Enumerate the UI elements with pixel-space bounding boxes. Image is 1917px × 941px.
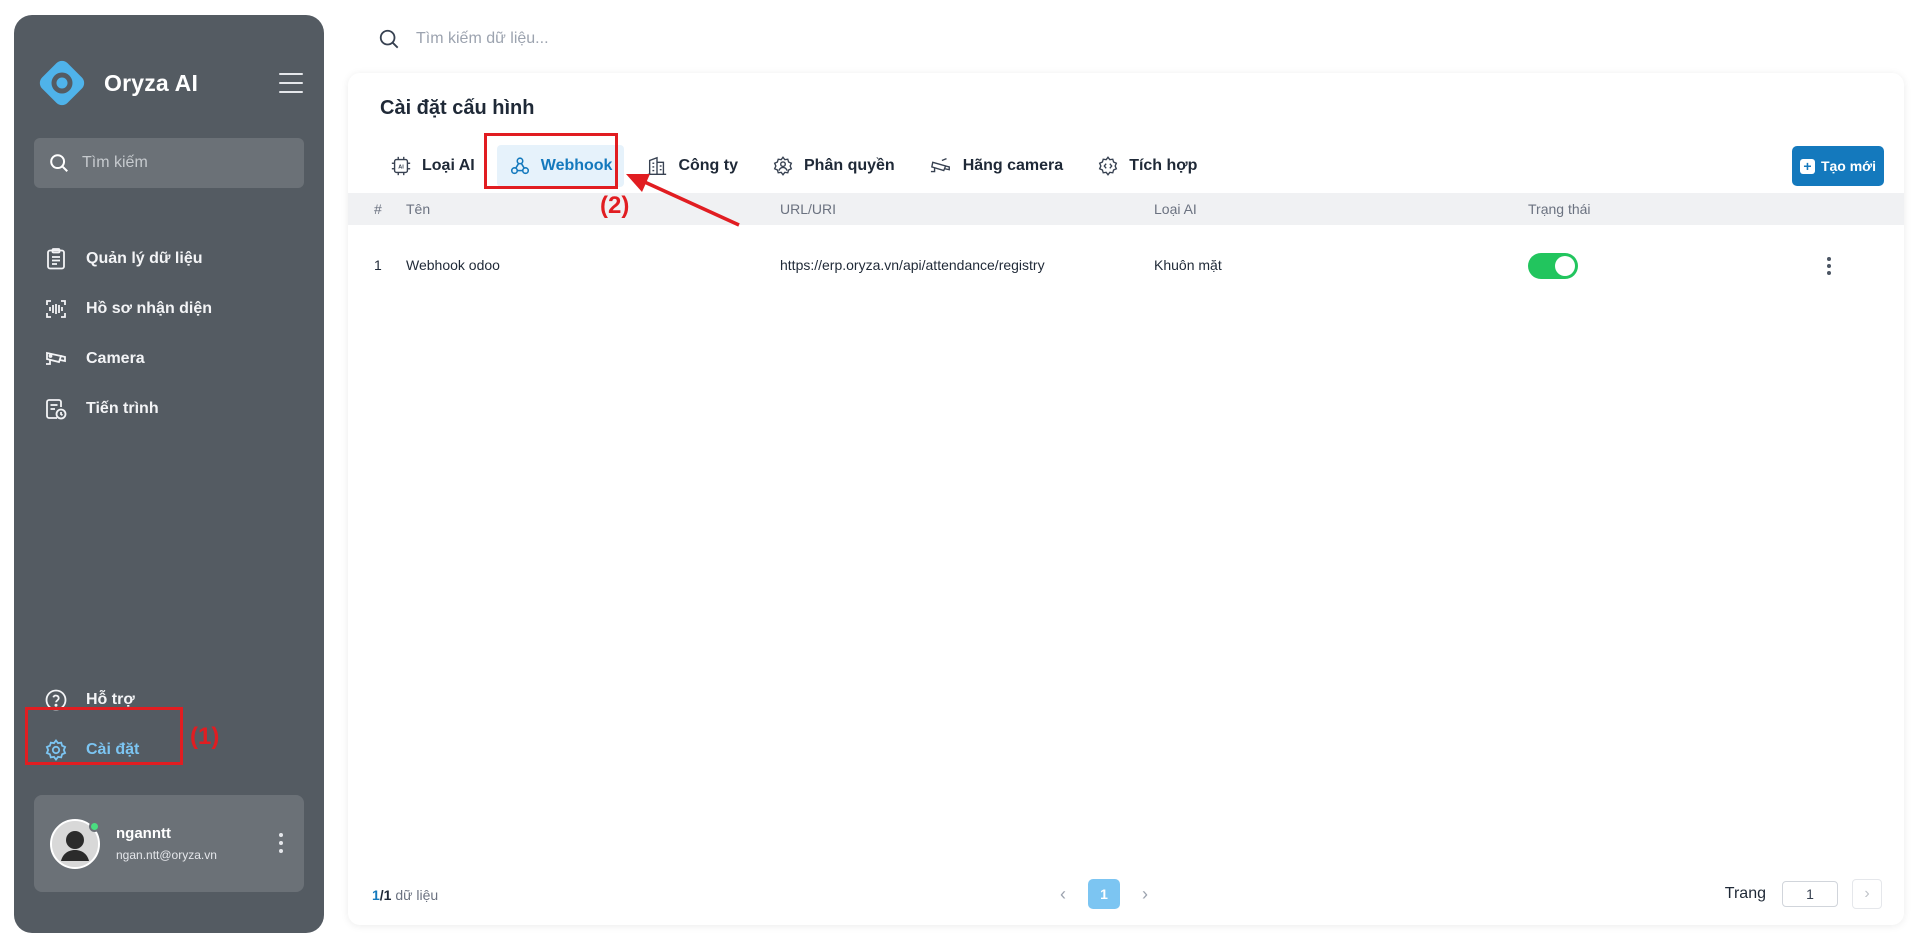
page-jump: Trang › bbox=[1725, 879, 1882, 909]
tab-label: Hãng camera bbox=[962, 157, 1064, 174]
integration-icon bbox=[1098, 156, 1118, 176]
user-name: nganntt bbox=[116, 825, 171, 842]
sidebar-item-process[interactable]: Tiến trình bbox=[44, 384, 304, 434]
user-shield-icon bbox=[773, 156, 793, 176]
menu-toggle-icon[interactable] bbox=[279, 73, 303, 93]
brand-name: Oryza AI bbox=[104, 69, 199, 96]
table-header: # Tên URL/URI Loại AI Trạng thái bbox=[348, 193, 1904, 225]
sidebar-item-label: Tiến trình bbox=[86, 400, 159, 417]
sidebar-item-label: Quản lý dữ liệu bbox=[86, 250, 203, 267]
tab-label: Phân quyền bbox=[804, 157, 895, 174]
user-card[interactable]: nganntt ngan.ntt@oryza.vn bbox=[34, 795, 304, 892]
row-url: https://erp.oryza.vn/api/attendance/regi… bbox=[780, 257, 1045, 273]
tab-label: Loại AI bbox=[422, 157, 475, 174]
column-header-index: # bbox=[374, 201, 382, 217]
column-header-url: URL/URI bbox=[780, 201, 837, 217]
table-row[interactable]: 1 Webhook odoo https://erp.oryza.vn/api/… bbox=[348, 245, 1904, 285]
search-icon bbox=[379, 29, 399, 49]
row-ai-type: Khuôn mặt bbox=[1154, 257, 1222, 273]
sidebar-item-recognition-profiles[interactable]: Hồ sơ nhận diện bbox=[44, 284, 304, 334]
row-name: Webhook odoo bbox=[406, 257, 500, 273]
global-search-input[interactable] bbox=[416, 30, 836, 48]
clipboard-icon bbox=[47, 248, 65, 270]
annotation-box-webhook bbox=[484, 133, 618, 189]
annotation-arrow-icon bbox=[626, 174, 740, 227]
record-count-suffix: dữ liệu bbox=[391, 887, 439, 903]
sidebar-search-input[interactable] bbox=[82, 154, 292, 172]
tab-integration[interactable]: Tích hợp bbox=[1085, 145, 1209, 187]
create-new-label: Tạo mới bbox=[1820, 158, 1877, 174]
sidebar-nav-main: Quản lý dữ liệu Hồ sơ nhận diện Camera T… bbox=[44, 234, 304, 434]
more-vertical-icon[interactable] bbox=[278, 833, 284, 853]
brand[interactable]: Oryza AI bbox=[34, 55, 198, 111]
chevron-left-icon[interactable]: ‹ bbox=[1048, 879, 1078, 909]
svg-text:AI: AI bbox=[398, 164, 404, 170]
pagination: ‹ 1 › bbox=[1048, 879, 1160, 909]
annotation-label-1: (1) bbox=[190, 723, 220, 750]
chevron-right-icon[interactable]: › bbox=[1130, 879, 1160, 909]
page-title: Cài đặt cấu hình bbox=[380, 97, 535, 119]
settings-panel: Cài đặt cấu hình AI Loại AI Webhook Công… bbox=[348, 73, 1904, 925]
record-count-current: 1 bbox=[372, 887, 380, 903]
more-vertical-icon[interactable] bbox=[1826, 257, 1832, 275]
online-status-dot bbox=[89, 820, 100, 832]
user-email: ngan.ntt@oryza.vn bbox=[116, 848, 217, 862]
face-scan-icon bbox=[46, 300, 66, 318]
plus-icon: + bbox=[1799, 158, 1815, 174]
tab-label: Tích hợp bbox=[1129, 157, 1198, 174]
page-jump-next-icon[interactable]: › bbox=[1852, 879, 1882, 909]
tab-permissions[interactable]: Phân quyền bbox=[760, 145, 907, 187]
sidebar: Oryza AI Quản lý dữ liệu Hồ sơ nhận diện… bbox=[14, 15, 324, 933]
search-icon bbox=[50, 154, 68, 172]
page-number-button[interactable]: 1 bbox=[1088, 879, 1120, 909]
column-header-name: Tên bbox=[406, 201, 431, 217]
sidebar-item-label: Camera bbox=[86, 350, 145, 367]
tab-ai-type[interactable]: AI Loại AI bbox=[378, 145, 487, 187]
column-header-status: Trạng thái bbox=[1528, 201, 1591, 217]
sidebar-search bbox=[34, 138, 304, 188]
cctv-icon bbox=[930, 158, 950, 173]
page-jump-label: Trang bbox=[1724, 885, 1766, 902]
oryza-logo-icon bbox=[39, 60, 85, 106]
page-jump-input[interactable] bbox=[1782, 881, 1838, 907]
record-count: 1/1 dữ liệu bbox=[372, 887, 438, 903]
sidebar-item-label: Hồ sơ nhận diện bbox=[86, 300, 213, 317]
status-toggle[interactable] bbox=[1528, 253, 1578, 279]
toggle-knob bbox=[1555, 256, 1575, 276]
sidebar-item-camera[interactable]: Camera bbox=[44, 334, 304, 384]
tab-camera-brand[interactable]: Hãng camera bbox=[917, 145, 1076, 187]
global-search bbox=[378, 28, 836, 50]
ai-chip-icon: AI bbox=[391, 156, 411, 176]
process-icon bbox=[46, 399, 67, 420]
sidebar-item-data-management[interactable]: Quản lý dữ liệu bbox=[44, 234, 304, 284]
row-index: 1 bbox=[374, 257, 382, 273]
camera-icon bbox=[46, 351, 66, 365]
record-count-total: /1 bbox=[379, 887, 392, 903]
annotation-box-settings bbox=[25, 707, 183, 765]
create-new-button[interactable]: + Tạo mới bbox=[1792, 146, 1884, 186]
column-header-ai-type: Loại AI bbox=[1154, 201, 1197, 217]
avatar bbox=[50, 818, 100, 869]
user-info: nganntt ngan.ntt@oryza.vn bbox=[116, 825, 217, 862]
